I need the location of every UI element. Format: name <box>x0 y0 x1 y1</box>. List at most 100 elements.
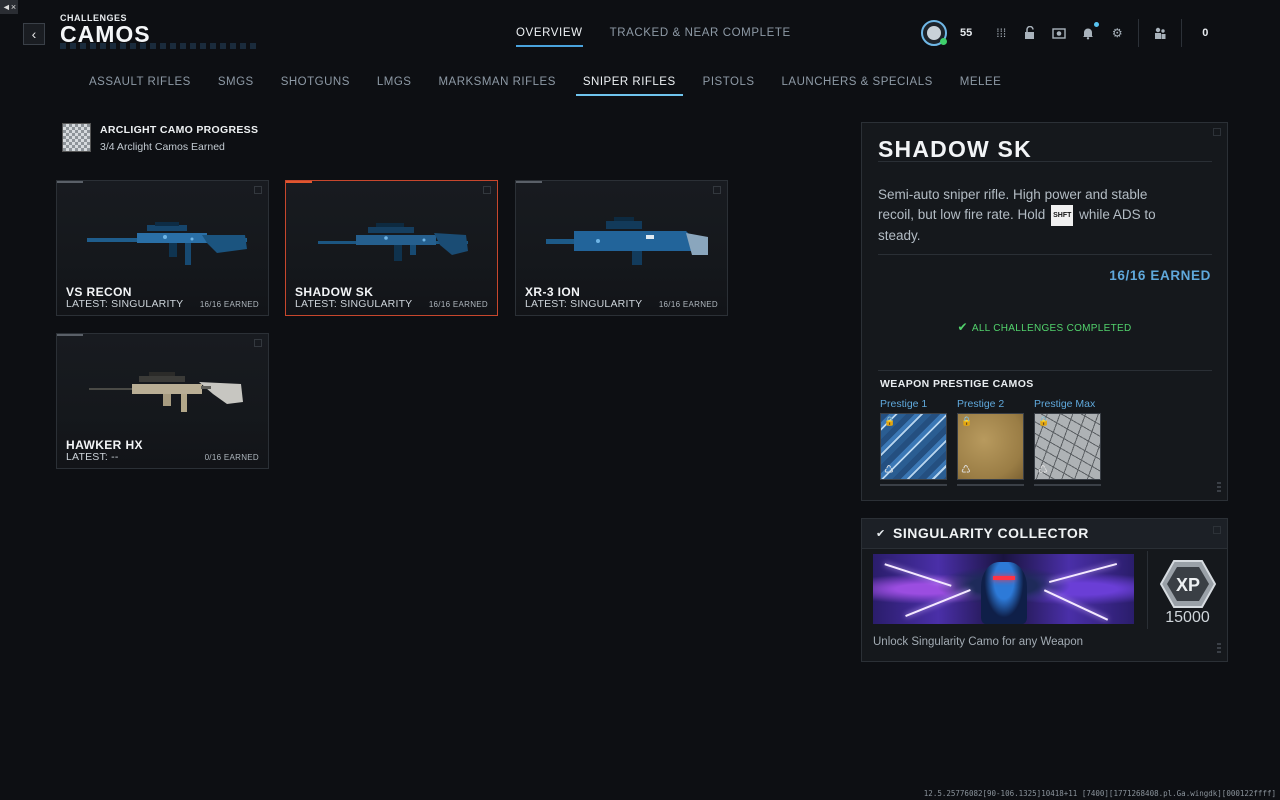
scroll-grip[interactable] <box>1217 482 1221 494</box>
online-status-dot <box>940 38 947 45</box>
prestige-camos-heading: WEAPON PRESTIGE CAMOS <box>880 378 1034 390</box>
lightning-decoration <box>905 588 971 618</box>
prestige-1-swatch: 🔒 ♺ <box>880 413 947 480</box>
player-level: 55 <box>960 27 973 39</box>
hud-divider <box>1181 19 1183 47</box>
challenges-completed-status: ✔ ALL CHALLENGES COMPLETED <box>862 320 1227 334</box>
card-progress-tick <box>516 181 542 183</box>
weapon-latest-camo: LATEST: SINGULARITY <box>525 298 643 310</box>
prestige-label: Prestige 2 <box>957 398 1005 410</box>
prestige-label: Prestige Max <box>1034 398 1096 410</box>
scroll-grip[interactable] <box>1217 643 1221 655</box>
weapon-name: XR-3 ION <box>525 285 581 299</box>
camera-icon[interactable] <box>1052 26 1066 40</box>
panel-corner-mark <box>1213 526 1221 534</box>
selected-weapon-title: SHADOW SK <box>878 136 1032 162</box>
weapon-description: Semi-auto sniper rifle. High power and s… <box>878 185 1168 246</box>
prestige-camo-max[interactable]: Prestige Max 🔒 ♺ <box>1034 398 1101 486</box>
top-tabs: OVERVIEW TRACKED & NEAR COMPLETE <box>516 27 791 47</box>
card-progress-tick <box>286 181 312 183</box>
prestige-cycle-icon: ♺ <box>1038 464 1048 476</box>
weapon-category-tabs: ASSAULT RIFLES SMGS SHOTGUNS LMGS MARKSM… <box>89 76 1028 96</box>
weapon-earned-count: 16/16 EARNED <box>428 300 488 309</box>
camos-earned-total: 16/16 EARNED <box>1109 268 1211 283</box>
party-icon[interactable] <box>1153 26 1167 40</box>
weapon-earned-count: 0/16 EARNED <box>204 453 259 462</box>
hawker-hx-rifle-image <box>89 372 243 412</box>
category-tab-assault-rifles[interactable]: ASSAULT RIFLES <box>89 76 191 96</box>
category-tab-melee[interactable]: MELEE <box>960 76 1002 96</box>
arclight-progress-count: 3/4 Arclight Camos Earned <box>100 141 225 153</box>
singularity-calling-card <box>873 554 1134 624</box>
completed-label: ALL CHALLENGES COMPLETED <box>971 323 1132 334</box>
prestige-camo-list: Prestige 1 🔒 ♺ Prestige 2 🔒 ♺ Prestige M… <box>880 398 1101 486</box>
weapon-name: VS RECON <box>66 285 132 299</box>
vs-recon-rifle-image <box>87 222 247 265</box>
party-count: 0 <box>1202 27 1209 39</box>
lightning-decoration <box>884 563 952 587</box>
card-progress-tick <box>57 334 83 336</box>
prestige-cycle-icon: ♺ <box>884 464 894 476</box>
reward-description: Unlock Singularity Camo for any Weapon <box>873 636 1084 648</box>
operator-figure <box>981 562 1027 624</box>
tab-overview[interactable]: OVERVIEW <box>516 27 583 47</box>
prestige-camo-2[interactable]: Prestige 2 🔒 ♺ <box>957 398 1024 486</box>
xp-amount: 15000 <box>1165 609 1210 626</box>
notifications-icon[interactable] <box>1081 22 1100 40</box>
back-button[interactable]: ‹ <box>23 23 45 45</box>
prestige-cycle-icon: ♺ <box>961 464 971 476</box>
tab-tracked-near-complete[interactable]: TRACKED & NEAR COMPLETE <box>610 27 791 47</box>
weapon-name: SHADOW SK <box>295 285 374 299</box>
card-corner-mark <box>483 186 491 194</box>
hud-divider <box>1138 19 1140 47</box>
prestige-max-swatch: 🔒 ♺ <box>1034 413 1101 480</box>
weapon-latest-camo: LATEST: SINGULARITY <box>66 298 184 310</box>
category-tab-lmgs[interactable]: LMGS <box>377 76 412 96</box>
speaker-muted-icon[interactable]: ◄× <box>0 0 18 14</box>
weapon-name: HAWKER HX <box>66 438 143 452</box>
prestige-camo-1[interactable]: Prestige 1 🔒 ♺ <box>880 398 947 486</box>
shift-key-icon: SHFT <box>1051 204 1074 226</box>
shadow-sk-rifle-image <box>318 223 468 261</box>
lock-icon: 🔒 <box>1038 416 1050 426</box>
weapon-latest-camo: LATEST: -- <box>66 451 119 463</box>
lock-icon: 🔒 <box>884 416 896 426</box>
card-corner-mark <box>713 186 721 194</box>
prestige-progress-bar <box>880 484 947 486</box>
grid-menu-icon[interactable]: ⁞⁞⁞ <box>994 26 1008 40</box>
weapon-card-vs-recon[interactable]: VS RECON LATEST: SINGULARITY 16/16 EARNE… <box>56 180 269 316</box>
category-tab-pistols[interactable]: PISTOLS <box>703 76 755 96</box>
category-tab-sniper-rifles[interactable]: SNIPER RIFLES <box>575 76 683 96</box>
unlock-icon[interactable] <box>1023 25 1037 40</box>
category-tab-shotguns[interactable]: SHOTGUNS <box>281 76 350 96</box>
arclight-camo-thumbnail <box>62 123 91 152</box>
weapon-card-shadow-sk[interactable]: SHADOW SK LATEST: SINGULARITY 16/16 EARN… <box>285 180 498 316</box>
settings-gear-icon[interactable]: ⚙ <box>1110 26 1124 40</box>
build-info: 12.5.25776082[90-106.1325]10418+11 [7400… <box>923 789 1276 798</box>
weapon-latest-camo: LATEST: SINGULARITY <box>295 298 413 310</box>
notification-dot <box>1094 22 1100 27</box>
prestige-2-swatch: 🔒 ♺ <box>957 413 1024 480</box>
lightning-decoration <box>1048 562 1118 584</box>
panel-corner-mark <box>1213 128 1221 136</box>
rank-emblem-icon <box>927 26 941 40</box>
xp-reward: XP 15000 <box>1147 551 1227 629</box>
weapon-card-hawker-hx[interactable]: HAWKER HX LATEST: -- 0/16 EARNED <box>56 333 269 469</box>
prestige-label: Prestige 1 <box>880 398 928 410</box>
prestige-progress-bar <box>957 484 1024 486</box>
level-badge[interactable] <box>921 20 947 46</box>
card-progress-tick <box>57 181 83 183</box>
weapon-earned-count: 16/16 EARNED <box>658 300 718 309</box>
prestige-progress-bar <box>1034 484 1101 486</box>
xp-badge-icon: XP <box>1160 560 1216 608</box>
card-corner-mark <box>254 186 262 194</box>
xr-3-ion-rifle-image <box>546 217 708 265</box>
weapon-earned-count: 16/16 EARNED <box>199 300 259 309</box>
hud-bar: 55 ⁞⁞⁞ ⚙ 0 <box>921 19 1208 47</box>
arclight-progress-title: ARCLIGHT CAMO PROGRESS <box>100 124 259 136</box>
category-tab-marksman-rifles[interactable]: MARKSMAN RIFLES <box>438 76 555 96</box>
category-tab-launchers-specials[interactable]: LAUNCHERS & SPECIALS <box>782 76 933 96</box>
weapon-card-xr-3-ion[interactable]: XR-3 ION LATEST: SINGULARITY 16/16 EARNE… <box>515 180 728 316</box>
divider <box>878 161 1212 162</box>
category-tab-smgs[interactable]: SMGS <box>218 76 254 96</box>
